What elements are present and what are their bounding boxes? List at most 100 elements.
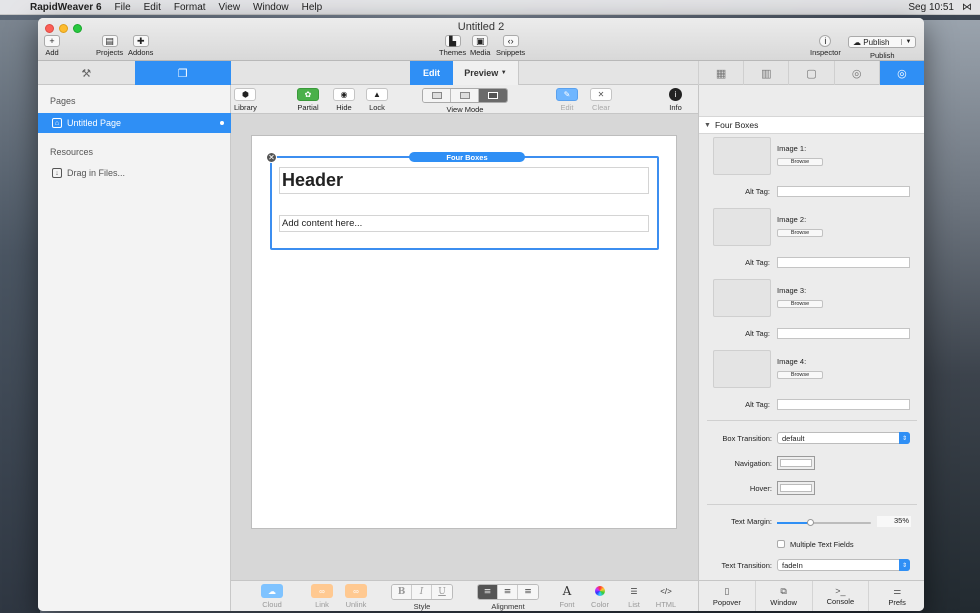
tab-row: ⚒ ❐ Edit Preview ▼ ▦ ▥ ▢ ◎ ◎ bbox=[38, 61, 924, 85]
image-4-browse-button[interactable]: Browse bbox=[777, 371, 823, 379]
prefs-label: Prefs bbox=[888, 597, 906, 607]
image-3-browse-button[interactable]: Browse bbox=[777, 300, 823, 308]
partial-button[interactable]: ✿ Partial bbox=[297, 88, 319, 112]
menu-app-name[interactable]: RapidWeaver 6 bbox=[30, 2, 102, 13]
multiple-text-fields-checkbox[interactable] bbox=[777, 540, 785, 548]
remove-stack-icon[interactable]: ✕ bbox=[266, 152, 277, 163]
align-left-icon[interactable]: ≡ bbox=[478, 585, 498, 599]
tab-preview[interactable]: Preview ▼ bbox=[453, 61, 519, 85]
publish-button-label: ☁ Publish bbox=[849, 38, 901, 47]
content-text-field[interactable]: Add content here... bbox=[279, 215, 649, 232]
image-3-alt-input[interactable] bbox=[777, 328, 910, 339]
console-button[interactable]: >_ Console bbox=[813, 581, 870, 611]
publish-dropdown-chevron-icon[interactable]: ▼ bbox=[901, 39, 915, 45]
menu-format[interactable]: Format bbox=[174, 2, 206, 13]
color-wheel-icon bbox=[589, 584, 611, 598]
lock-button[interactable]: ▲ Lock bbox=[366, 88, 388, 112]
underline-button[interactable]: U bbox=[432, 585, 452, 599]
box-transition-select[interactable]: default ⇕ bbox=[777, 432, 910, 444]
pages-icon: ❐ bbox=[177, 67, 188, 80]
inspector-tab-page[interactable]: ▥ bbox=[743, 61, 788, 85]
alignment-label: Alignment bbox=[491, 602, 525, 611]
inspector-tab-settings[interactable]: ◎ bbox=[878, 61, 924, 85]
inspector-tab-header[interactable]: ◎ bbox=[833, 61, 879, 85]
hide-button[interactable]: ◉ Hide bbox=[333, 88, 355, 112]
stack-tag[interactable]: Four Boxes bbox=[409, 152, 525, 162]
info-button[interactable]: i Info bbox=[669, 88, 682, 112]
window-button[interactable]: ⧉ Window bbox=[756, 581, 813, 611]
four-boxes-stack[interactable]: Four Boxes ✕ Header Add content here... bbox=[266, 152, 659, 250]
unlink-button[interactable]: ∞ Unlink bbox=[345, 584, 367, 609]
text-margin-slider-knob[interactable] bbox=[806, 519, 814, 526]
menu-view[interactable]: View bbox=[219, 2, 241, 13]
sidebar-item-untitled-page[interactable]: ⌂ Untitled Page bbox=[38, 113, 231, 133]
library-button[interactable]: ⬢ Library bbox=[234, 88, 257, 112]
color-button[interactable]: Color bbox=[589, 584, 611, 609]
add-button[interactable]: + Add bbox=[44, 35, 60, 57]
disclosure-triangle-icon[interactable]: ▼ bbox=[704, 122, 711, 129]
text-margin-slider[interactable] bbox=[777, 519, 871, 526]
menu-file[interactable]: File bbox=[115, 2, 131, 13]
clear-button[interactable]: ✕ Clear bbox=[590, 88, 612, 112]
link-button[interactable]: ∞ Link bbox=[311, 584, 333, 609]
bold-button[interactable]: B bbox=[392, 585, 412, 599]
view-mode-1[interactable] bbox=[423, 89, 451, 102]
image-1-well[interactable] bbox=[713, 137, 771, 175]
font-button[interactable]: A Font bbox=[556, 584, 578, 609]
cloud-button[interactable]: ☁ Cloud bbox=[261, 584, 283, 609]
themes-button[interactable]: ▙ Themes bbox=[439, 35, 466, 57]
image-2-well[interactable] bbox=[713, 208, 771, 246]
list-button[interactable]: ☰ List bbox=[623, 584, 645, 610]
info-icon: i bbox=[819, 35, 832, 47]
image-1-alt-input[interactable] bbox=[777, 186, 910, 197]
clock[interactable]: Seg 10:51 bbox=[908, 2, 954, 13]
hover-color-well[interactable] bbox=[777, 481, 815, 495]
html-button[interactable]: </> HTML bbox=[655, 584, 677, 610]
inspector-tab-sidebar[interactable]: ▢ bbox=[788, 61, 833, 85]
bowtie-icon[interactable]: ⋈ bbox=[962, 2, 972, 13]
text-margin-value[interactable]: 35% bbox=[877, 516, 911, 527]
text-transition-select[interactable]: fadeIn ⇕ bbox=[777, 559, 910, 571]
menu-help[interactable]: Help bbox=[302, 2, 323, 13]
image-2-browse-button[interactable]: Browse bbox=[777, 229, 823, 237]
select-chevron-icon: ⇕ bbox=[899, 432, 910, 444]
image-2-alt-input[interactable] bbox=[777, 257, 910, 268]
inspector-tab-general[interactable]: ▦ bbox=[698, 61, 743, 85]
edit-stack-button[interactable]: ✎ Edit bbox=[556, 88, 578, 112]
pages-tab[interactable]: ❐ bbox=[134, 61, 231, 85]
view-mode-3[interactable] bbox=[479, 89, 507, 102]
align-center-icon[interactable]: ≡ bbox=[498, 585, 518, 599]
media-button[interactable]: ▣ Media bbox=[470, 35, 490, 57]
hover-color-swatch bbox=[780, 484, 812, 492]
image-4-well[interactable] bbox=[713, 350, 771, 388]
align-right-icon[interactable]: ≡ bbox=[518, 585, 538, 599]
addons-button[interactable]: ✚ Addons bbox=[128, 35, 153, 57]
lock-icon: ▲ bbox=[366, 88, 388, 101]
header-text-field[interactable]: Header bbox=[279, 167, 649, 194]
view-mode-2[interactable] bbox=[451, 89, 479, 102]
image-4-alt-input[interactable] bbox=[777, 399, 910, 410]
prefs-button[interactable]: ⚌ Prefs bbox=[869, 581, 924, 611]
navigation-color-well[interactable] bbox=[777, 456, 815, 470]
sidebar-mode-switch: ⚒ ❐ bbox=[38, 61, 231, 85]
image-1-browse-button[interactable]: Browse bbox=[777, 158, 823, 166]
popover-button[interactable]: ▯ Popover bbox=[699, 581, 756, 611]
publish-button[interactable]: ☁ Publish ▼ bbox=[848, 36, 916, 48]
plus-icon: + bbox=[44, 35, 60, 47]
tab-preview-label: Preview bbox=[464, 68, 499, 78]
menu-edit[interactable]: Edit bbox=[144, 2, 161, 13]
inspector-button[interactable]: i Inspector bbox=[810, 35, 841, 57]
hide-label: Hide bbox=[336, 103, 352, 112]
snippets-button[interactable]: ‹› Snippets bbox=[496, 35, 525, 57]
image-3-well[interactable] bbox=[713, 279, 771, 317]
x-icon: ✕ bbox=[590, 88, 612, 101]
tools-tab[interactable]: ⚒ bbox=[38, 61, 135, 85]
projects-button[interactable]: ▤ Projects bbox=[96, 35, 123, 57]
resources-heading: Resources bbox=[50, 147, 94, 157]
tab-edit[interactable]: Edit bbox=[410, 61, 453, 85]
page-canvas[interactable]: Four Boxes ✕ Header Add content here... bbox=[251, 135, 677, 529]
inspector-section-header[interactable]: ▼ Four Boxes bbox=[699, 116, 924, 134]
sidebar-item-drag-in-files[interactable]: ↓ Drag in Files... bbox=[38, 163, 231, 183]
menu-window[interactable]: Window bbox=[253, 2, 289, 13]
italic-button[interactable]: I bbox=[412, 585, 432, 599]
